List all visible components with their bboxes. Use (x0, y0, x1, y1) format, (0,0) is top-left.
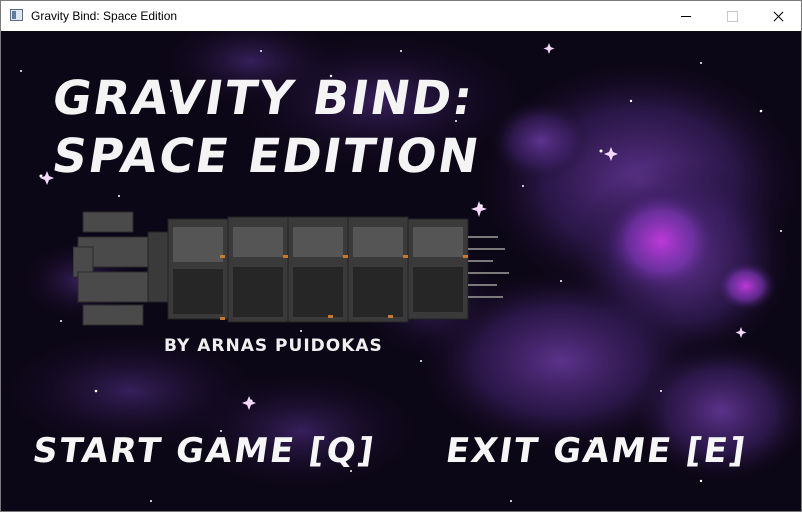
close-icon[interactable] (755, 1, 801, 31)
game-window: Gravity Bind: Space Edition GRAVITY BIND… (0, 0, 802, 512)
exit-game-button[interactable]: EXIT GAME [E] (443, 431, 749, 471)
game-title-line-1: GRAVITY BIND: (48, 71, 479, 126)
author-credit: BY ARNAS PUIDOKAS (164, 336, 383, 356)
maximize-icon[interactable] (709, 1, 755, 31)
game-canvas: GRAVITY BIND: SPACE EDITION BY ARNAS PUI… (1, 31, 801, 511)
title-bar[interactable]: Gravity Bind: Space Edition (1, 1, 801, 31)
start-game-button[interactable]: START GAME [Q] (30, 431, 378, 471)
spaceship-sprite (73, 211, 509, 326)
game-title-line-2: SPACE EDITION (48, 129, 485, 184)
window-title: Gravity Bind: Space Edition (31, 9, 178, 23)
minimize-icon[interactable] (663, 1, 709, 31)
app-window-icon (10, 9, 23, 21)
